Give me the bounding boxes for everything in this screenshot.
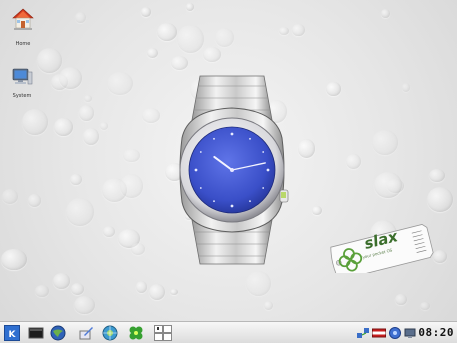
home-icon — [12, 8, 34, 30]
wallpaper-bubble — [100, 121, 109, 130]
wallpaper-bubble — [136, 281, 148, 293]
watch-hour-marker — [266, 168, 270, 172]
watch-hour-marker — [199, 187, 202, 189]
watch-hour-marker — [230, 204, 234, 208]
watch-hour-marker — [249, 137, 251, 140]
wallpaper-bubble — [66, 198, 94, 227]
desktop: Home System slax your pocket OS — [0, 0, 457, 321]
wallpaper-bubble — [54, 118, 73, 136]
wallpaper-bubble — [171, 55, 189, 70]
watch-hour-marker — [249, 200, 251, 203]
wallpaper-bubble — [374, 172, 403, 199]
display-icon[interactable] — [404, 325, 416, 341]
wallpaper-bubble — [263, 301, 273, 311]
wallpaper-bubble — [59, 66, 82, 90]
game-icon[interactable] — [128, 325, 144, 341]
wallpaper-bubble — [123, 148, 140, 163]
desktop-icon-home-label: Home — [15, 41, 31, 47]
wallpaper-bubble — [70, 282, 85, 296]
taskbar: K 08:20 — [0, 321, 457, 343]
wallpaper-bubble — [419, 301, 430, 310]
wallpaper-bubble — [70, 173, 82, 185]
watch-hour-marker — [262, 187, 265, 189]
wallpaper-bubble — [169, 288, 178, 296]
keyboard-layout-icon[interactable] — [372, 325, 386, 341]
wallpaper-bubble — [312, 205, 322, 216]
watch-hour-marker — [230, 132, 234, 136]
watch-hour-marker — [213, 200, 215, 203]
network-tray-icon[interactable] — [355, 325, 371, 341]
wallpaper-bubble — [142, 108, 161, 123]
wallpaper-bubble — [119, 174, 144, 198]
desktop-icon-home[interactable]: Home — [6, 8, 40, 47]
wallpaper-bubble — [1, 188, 19, 205]
wallpaper-bubble — [246, 270, 272, 297]
desktop-icon-system-label: System — [12, 93, 32, 99]
wallpaper-bubble — [177, 25, 205, 54]
wallpaper-bubble — [429, 169, 445, 183]
watch-hour-marker — [262, 151, 265, 153]
wallpaper-bubble — [372, 130, 399, 155]
wallpaper-bubble — [75, 11, 87, 24]
wallpaper-bubble — [148, 283, 165, 301]
wallpaper-bubble — [426, 187, 453, 213]
wallpaper-bubble — [395, 293, 407, 305]
wallpaper-bubble — [106, 72, 133, 96]
wallpaper-bubble — [346, 153, 361, 169]
kde-menu-icon[interactable]: K — [4, 325, 20, 341]
wallpaper-bubble — [279, 26, 289, 35]
wallpaper-bubble — [186, 2, 195, 11]
network-icon[interactable] — [50, 325, 66, 341]
slax-tag: slax your pocket OS — [326, 219, 436, 281]
wallpaper-bubble — [83, 127, 100, 146]
wallpaper-bubble — [140, 6, 152, 17]
wallpaper-bubble — [157, 23, 178, 41]
watch-wallpaper — [179, 75, 289, 265]
watch-hour-marker — [194, 168, 198, 172]
wallpaper-bubble — [22, 109, 48, 135]
wallpaper-bubble — [381, 9, 391, 18]
wallpaper-bubble — [326, 81, 341, 97]
wallpaper-bubble — [215, 28, 235, 47]
wallpaper-bubble — [78, 105, 94, 121]
wallpaper-bubble — [103, 226, 116, 238]
wallpaper-bubble — [52, 272, 71, 290]
wallpaper-bubble — [298, 139, 316, 158]
wallpaper-bubble — [131, 242, 145, 255]
wallpaper-bubble — [292, 23, 305, 37]
web-browser-icon[interactable] — [102, 325, 118, 341]
wallpaper-bubble — [35, 284, 50, 298]
pager-icon[interactable] — [154, 325, 172, 341]
svg-text:K: K — [9, 330, 17, 340]
wallpaper-bubble — [27, 194, 41, 207]
wallpaper-bubble — [74, 295, 96, 315]
wallpaper-bubble — [147, 47, 159, 59]
watch-hour-marker — [199, 151, 202, 153]
volume-icon[interactable] — [388, 325, 402, 341]
watch-hour-marker — [213, 137, 215, 140]
wallpaper-bubble — [203, 47, 222, 63]
wallpaper-bubble — [36, 48, 63, 74]
computer-icon — [12, 68, 33, 85]
wallpaper-bubble — [1, 248, 27, 271]
taskbar-clock[interactable]: 08:20 — [418, 326, 454, 339]
wallpaper-bubble — [83, 95, 92, 102]
wallpaper-bubble — [401, 82, 411, 92]
desktop-icon-system[interactable]: System — [5, 68, 39, 99]
editor-icon[interactable] — [78, 325, 94, 341]
terminal-icon[interactable] — [28, 325, 44, 341]
